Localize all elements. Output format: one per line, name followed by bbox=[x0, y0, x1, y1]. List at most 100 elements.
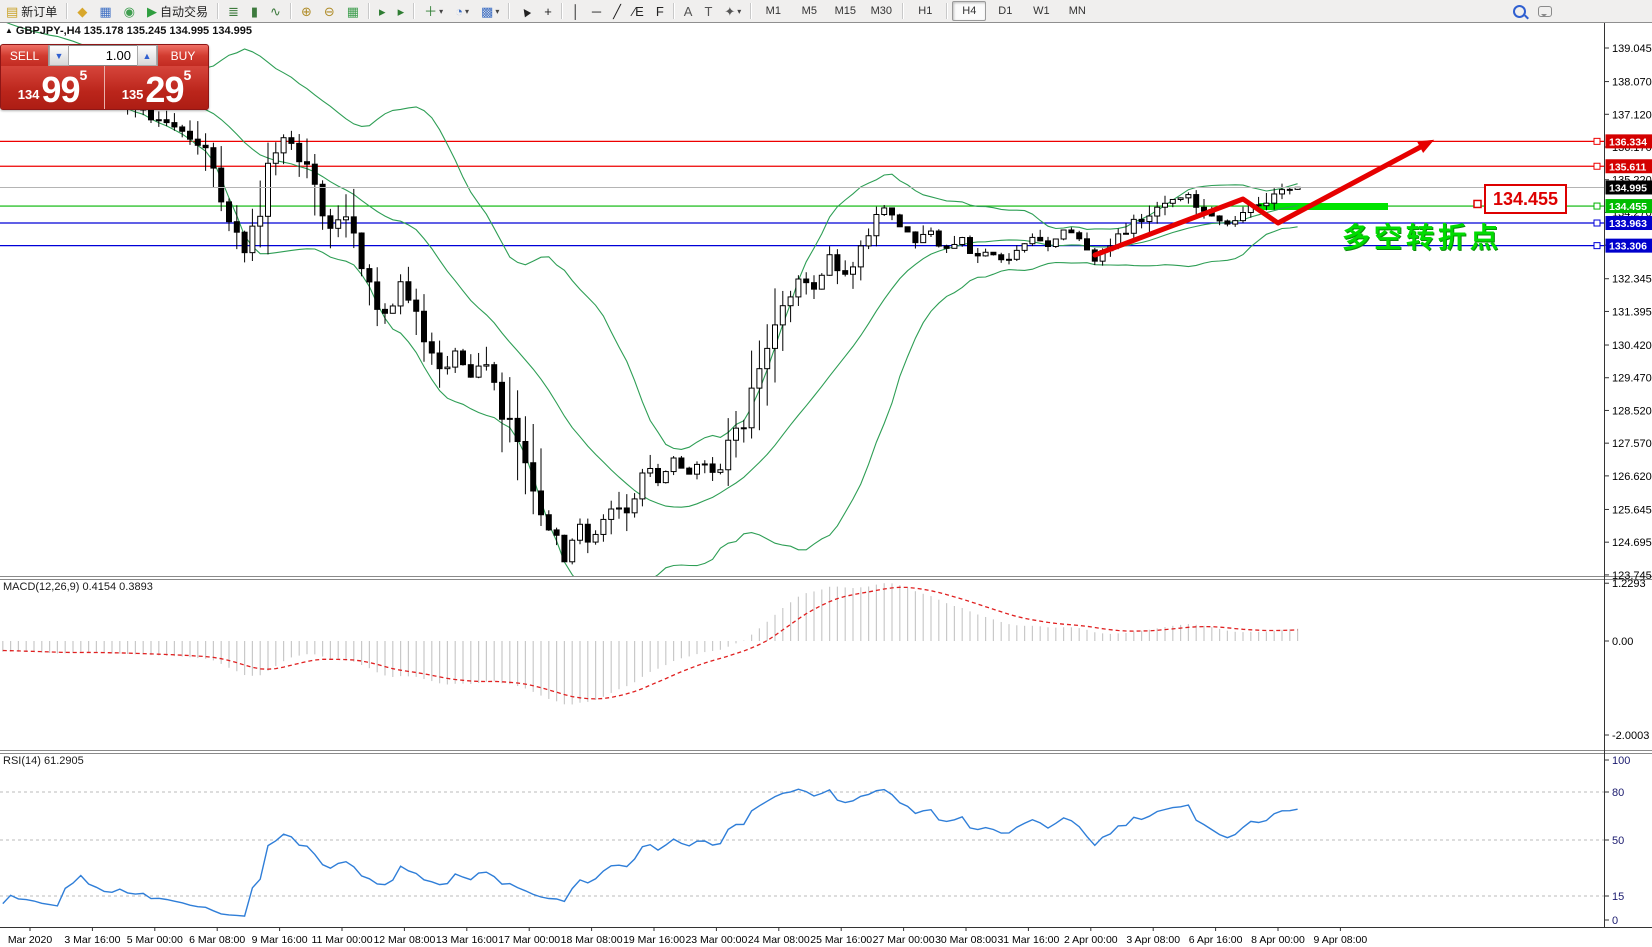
toolbar-separator bbox=[750, 3, 752, 19]
arrows-icon[interactable]: ✦▾ bbox=[719, 0, 746, 22]
lot-size-stepper: ▼ 1.00 ▲ bbox=[48, 45, 158, 66]
channel-icon[interactable]: ⁄E bbox=[628, 0, 649, 22]
svg-text:125.645: 125.645 bbox=[1612, 504, 1652, 516]
lot-increase-button[interactable]: ▲ bbox=[137, 45, 157, 66]
template-icon[interactable]: ▩▾ bbox=[476, 0, 504, 22]
candlestick-chart-icon[interactable]: ▮ bbox=[246, 0, 263, 22]
svg-text:0: 0 bbox=[1612, 915, 1618, 927]
sell-price-fraction: 5 bbox=[79, 68, 87, 82]
trendline-icon[interactable]: ╱ bbox=[608, 0, 626, 22]
horizontal-line-icon[interactable]: ─ bbox=[587, 0, 606, 22]
svg-text:19 Mar 16:00: 19 Mar 16:00 bbox=[623, 934, 685, 946]
timeframe-mn-button[interactable]: MN bbox=[1060, 1, 1094, 21]
svg-text:9 Apr 08:00: 9 Apr 08:00 bbox=[1314, 934, 1368, 946]
bar-chart-icon[interactable]: ≣ bbox=[223, 0, 244, 22]
timeframe-h1-button[interactable]: H1 bbox=[908, 1, 942, 21]
svg-text:5 Mar 00:00: 5 Mar 00:00 bbox=[127, 934, 183, 946]
timeframe-d1-button[interactable]: D1 bbox=[988, 1, 1022, 21]
timeframe-m15-button[interactable]: M15 bbox=[828, 1, 862, 21]
svg-text:130.420: 130.420 bbox=[1612, 340, 1652, 352]
macd-label: MACD(12,26,9) 0.4154 0.3893 bbox=[3, 581, 153, 593]
buy-price-whole: 135 bbox=[122, 84, 144, 106]
svg-text:135.611: 135.611 bbox=[1609, 161, 1647, 173]
toolbar-separator bbox=[413, 3, 415, 19]
fibonacci-icon[interactable]: F bbox=[651, 0, 669, 22]
symbol-ohlc-line: ▲GBPJPY-,H4 135.178 135.245 134.995 134.… bbox=[5, 25, 252, 37]
toolbar-separator bbox=[561, 3, 563, 19]
svg-text:131.395: 131.395 bbox=[1612, 306, 1652, 318]
svg-text:127.570: 127.570 bbox=[1612, 438, 1652, 450]
svg-text:133.963: 133.963 bbox=[1609, 218, 1647, 230]
svg-text:128.520: 128.520 bbox=[1612, 405, 1652, 417]
toolbar-separator bbox=[946, 3, 948, 19]
toolbar-separator bbox=[902, 3, 904, 19]
market-watch-icon[interactable]: ◆ bbox=[72, 0, 92, 22]
buy-button[interactable]: BUY bbox=[158, 45, 208, 66]
direction-up-icon: ▲ bbox=[5, 26, 13, 35]
cursor-icon[interactable]: ▲ bbox=[514, 0, 537, 22]
line-chart-icon[interactable]: ∿ bbox=[265, 0, 286, 22]
timeframe-h4-button[interactable]: H4 bbox=[952, 1, 986, 21]
zoom-out-icon[interactable]: ⊖ bbox=[319, 0, 340, 22]
svg-text:137.120: 137.120 bbox=[1612, 109, 1652, 121]
toolbar-separator bbox=[368, 3, 370, 19]
timeframe-m5-button[interactable]: M5 bbox=[792, 1, 826, 21]
rsi-label: RSI(14) 61.2905 bbox=[3, 755, 84, 767]
zoom-in-icon[interactable]: ⊕ bbox=[296, 0, 317, 22]
chart-shift-icon[interactable]: ▸ bbox=[393, 0, 410, 22]
svg-text:3 Mar 16:00: 3 Mar 16:00 bbox=[64, 934, 120, 946]
autotrade-button[interactable]: ▶自动交易 bbox=[142, 0, 213, 22]
buy-price-fraction: 5 bbox=[183, 68, 191, 82]
turning-point-note[interactable]: 多空转折点 bbox=[1342, 216, 1502, 256]
navigator-icon[interactable]: ◉ bbox=[119, 0, 140, 22]
toolbar-separator bbox=[217, 3, 219, 19]
svg-text:13 Mar 16:00: 13 Mar 16:00 bbox=[436, 934, 498, 946]
svg-text:133.306: 133.306 bbox=[1609, 241, 1647, 253]
crosshair-icon[interactable]: + bbox=[539, 0, 557, 22]
text-label-icon[interactable]: T bbox=[699, 0, 717, 22]
svg-text:23 Mar 00:00: 23 Mar 00:00 bbox=[685, 934, 747, 946]
sell-price-button[interactable]: 134995 bbox=[1, 66, 105, 109]
community-chat-icon[interactable] bbox=[1533, 0, 1557, 22]
svg-text:8 Apr 00:00: 8 Apr 00:00 bbox=[1251, 934, 1305, 946]
buy-price-button[interactable]: 135295 bbox=[105, 66, 208, 109]
lot-size-input[interactable]: 1.00 bbox=[69, 45, 137, 66]
text-icon[interactable]: A bbox=[679, 0, 698, 22]
svg-text:12 Mar 08:00: 12 Mar 08:00 bbox=[373, 934, 435, 946]
timeframe-m1-button[interactable]: M1 bbox=[756, 1, 790, 21]
svg-text:0.00: 0.00 bbox=[1612, 636, 1633, 648]
svg-text:24 Mar 08:00: 24 Mar 08:00 bbox=[748, 934, 810, 946]
sell-button[interactable]: SELL bbox=[1, 45, 48, 66]
sell-price-whole: 134 bbox=[18, 84, 40, 106]
svg-text:6 Mar 08:00: 6 Mar 08:00 bbox=[189, 934, 245, 946]
svg-text:134.455: 134.455 bbox=[1609, 201, 1647, 213]
sell-price-pips: 99 bbox=[41, 74, 79, 106]
auto-scroll-icon[interactable]: ▸ bbox=[374, 0, 391, 22]
toolbar: ▤新订单◆▦◉▶自动交易≣▮∿⊕⊖▦▸▸＋▾◔▾▩▾▲+│─╱⁄EFAT✦▾M1… bbox=[0, 0, 1652, 23]
svg-text:134.995: 134.995 bbox=[1609, 182, 1647, 194]
svg-text:17 Mar 00:00: 17 Mar 00:00 bbox=[498, 934, 560, 946]
tile-windows-icon[interactable]: ▦ bbox=[342, 0, 364, 22]
lot-decrease-button[interactable]: ▼ bbox=[49, 45, 69, 66]
svg-text:2 Apr 00:00: 2 Apr 00:00 bbox=[1064, 934, 1118, 946]
data-window-icon[interactable]: ▦ bbox=[94, 0, 116, 22]
svg-text:31 Mar 16:00: 31 Mar 16:00 bbox=[997, 934, 1059, 946]
svg-text:139.045: 139.045 bbox=[1612, 43, 1652, 55]
one-click-trading-panel: SELL ▼ 1.00 ▲ BUY 134995 135295 bbox=[0, 44, 209, 110]
svg-text:25 Mar 16:00: 25 Mar 16:00 bbox=[810, 934, 872, 946]
svg-text:100: 100 bbox=[1612, 755, 1630, 767]
period-clock-icon[interactable]: ◔▾ bbox=[450, 0, 474, 22]
svg-text:15: 15 bbox=[1612, 891, 1624, 903]
vertical-line-icon[interactable]: │ bbox=[567, 0, 585, 22]
new-chart-icon[interactable]: ＋▾ bbox=[419, 0, 448, 22]
toolbar-separator bbox=[673, 3, 675, 19]
new-order-button[interactable]: ▤新订单 bbox=[1, 0, 62, 22]
symbol-search-icon[interactable] bbox=[1508, 0, 1531, 22]
chart-canvas[interactable]: 139.045138.070137.120136.170135.220134.2… bbox=[0, 0, 1652, 947]
timeframe-m30-button[interactable]: M30 bbox=[864, 1, 898, 21]
svg-text:132.345: 132.345 bbox=[1612, 274, 1652, 286]
timeframe-w1-button[interactable]: W1 bbox=[1024, 1, 1058, 21]
svg-text:138.070: 138.070 bbox=[1612, 77, 1652, 89]
support-price-callout[interactable]: 134.455 bbox=[1484, 184, 1567, 214]
mt4-window: { "toolbar": { "new_order_label": "新订单",… bbox=[0, 0, 1652, 947]
